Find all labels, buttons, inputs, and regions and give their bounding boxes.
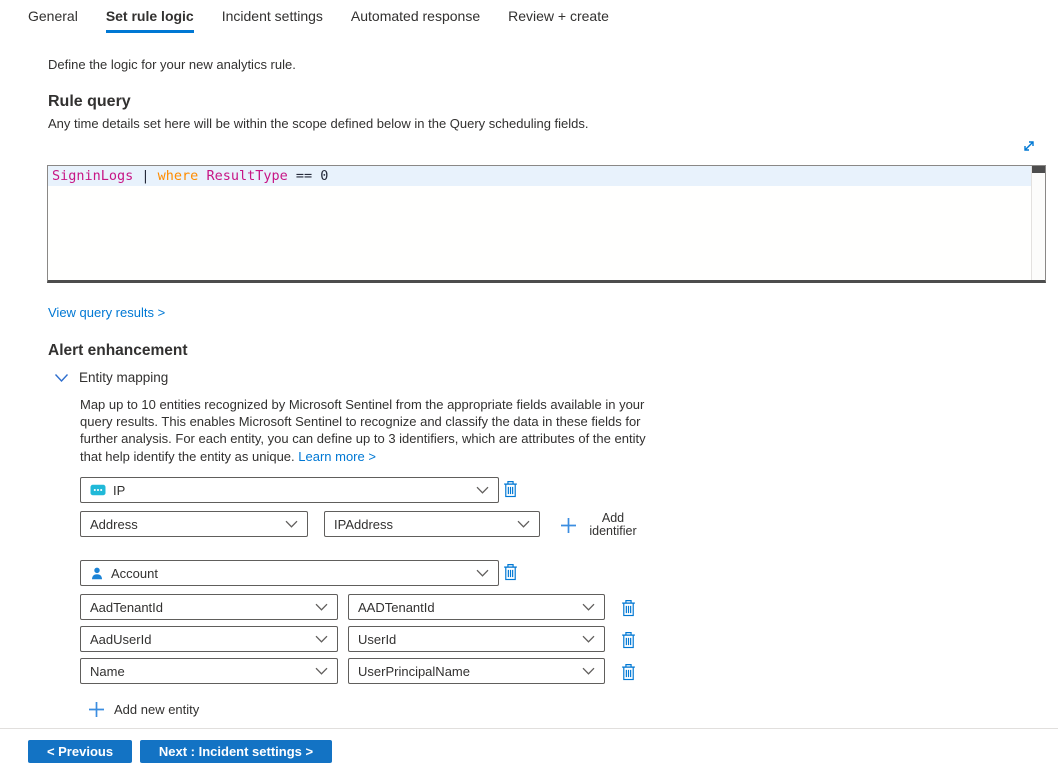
entity-type-value: IP [113, 483, 125, 498]
chevron-down-icon [315, 667, 328, 675]
identifier-dropdown[interactable]: AadTenantId [80, 594, 338, 620]
entity-mapping-label: Entity mapping [79, 370, 168, 385]
expand-icon [1021, 142, 1037, 157]
query-editor[interactable]: SigninLogs | where ResultType == 0 [47, 165, 1046, 283]
ip-icon [90, 484, 106, 496]
editor-scrollbar-thumb[interactable] [1032, 166, 1045, 173]
query-token: == 0 [296, 168, 329, 184]
account-icon [90, 566, 104, 581]
add-new-entity-label: Add new entity [114, 702, 199, 717]
query-token: ResultType [198, 168, 296, 184]
delete-entity-button[interactable] [503, 480, 518, 498]
entity-mapping-description: Map up to 10 entities recognized by Micr… [80, 396, 658, 465]
view-query-results-link[interactable]: View query results > [48, 305, 165, 320]
value-value: AADTenantId [358, 600, 435, 615]
identifier-value: Name [90, 664, 125, 679]
value-dropdown[interactable]: UserId [348, 626, 605, 652]
alert-enhancement-title: Alert enhancement [48, 342, 188, 360]
identifier-value: AadUserId [90, 632, 151, 647]
trash-icon [503, 486, 518, 501]
editor-vertical-scrollbar[interactable] [1031, 166, 1045, 280]
add-identifier-button[interactable]: Add identifier [560, 512, 640, 538]
delete-identifier-button[interactable] [621, 663, 636, 681]
previous-button[interactable]: < Previous [28, 740, 132, 763]
value-dropdown-ipaddress[interactable]: IPAddress [324, 511, 540, 537]
chevron-down-icon [476, 569, 489, 577]
value-value: IPAddress [334, 517, 393, 532]
chevron-down-icon [582, 667, 595, 675]
learn-more-link[interactable]: Learn more > [298, 449, 376, 464]
trash-icon [621, 605, 636, 620]
entity-type-dropdown-account[interactable]: Account [80, 560, 499, 586]
next-button[interactable]: Next : Incident settings > [140, 740, 332, 763]
plus-icon [88, 701, 105, 718]
chevron-down-icon [315, 635, 328, 643]
add-new-entity-button[interactable]: Add new entity [88, 701, 199, 718]
query-token: SigninLogs [52, 168, 133, 184]
value-dropdown[interactable]: UserPrincipalName [348, 658, 605, 684]
tab-general[interactable]: General [28, 8, 78, 30]
query-token: where [158, 168, 199, 184]
trash-icon [621, 637, 636, 652]
identifier-value: AadTenantId [90, 600, 163, 615]
query-code-line[interactable]: SigninLogs | where ResultType == 0 [52, 168, 328, 184]
chevron-down-icon [517, 520, 530, 528]
query-token: | [133, 168, 157, 184]
entity-mapping-header[interactable]: Entity mapping [54, 370, 168, 385]
delete-identifier-button[interactable] [621, 599, 636, 617]
footer-divider [0, 728, 1058, 729]
value-value: UserPrincipalName [358, 664, 470, 679]
tab-review-create[interactable]: Review + create [508, 8, 609, 30]
intro-text: Define the logic for your new analytics … [48, 57, 296, 72]
trash-icon [503, 569, 518, 584]
value-dropdown[interactable]: AADTenantId [348, 594, 605, 620]
tab-set-rule-logic[interactable]: Set rule logic [106, 8, 194, 33]
delete-identifier-button[interactable] [621, 631, 636, 649]
chevron-down-icon [285, 520, 298, 528]
identifier-dropdown[interactable]: AadUserId [80, 626, 338, 652]
identifier-value: Address [90, 517, 138, 532]
chevron-down-icon [315, 603, 328, 611]
plus-icon [560, 517, 577, 534]
identifier-dropdown-address[interactable]: Address [80, 511, 308, 537]
wizard-tabs: General Set rule logic Incident settings… [28, 8, 609, 33]
entity-type-value: Account [111, 566, 158, 581]
set-rule-logic-page: General Set rule logic Incident settings… [0, 0, 1058, 778]
rule-query-subtitle: Any time details set here will be within… [48, 116, 589, 131]
expand-editor-button[interactable] [1021, 138, 1037, 154]
entity-type-dropdown-ip[interactable]: IP [80, 477, 499, 503]
trash-icon [621, 669, 636, 684]
chevron-down-icon [476, 486, 489, 494]
rule-query-title: Rule query [48, 93, 131, 111]
chevron-down-icon [582, 635, 595, 643]
tab-incident-settings[interactable]: Incident settings [222, 8, 323, 30]
add-identifier-label: Add identifier [586, 512, 640, 538]
chevron-down-icon [582, 603, 595, 611]
tab-automated-response[interactable]: Automated response [351, 8, 480, 30]
value-value: UserId [358, 632, 396, 647]
identifier-dropdown[interactable]: Name [80, 658, 338, 684]
delete-entity-button[interactable] [503, 563, 518, 581]
chevron-down-icon[interactable] [54, 373, 69, 383]
